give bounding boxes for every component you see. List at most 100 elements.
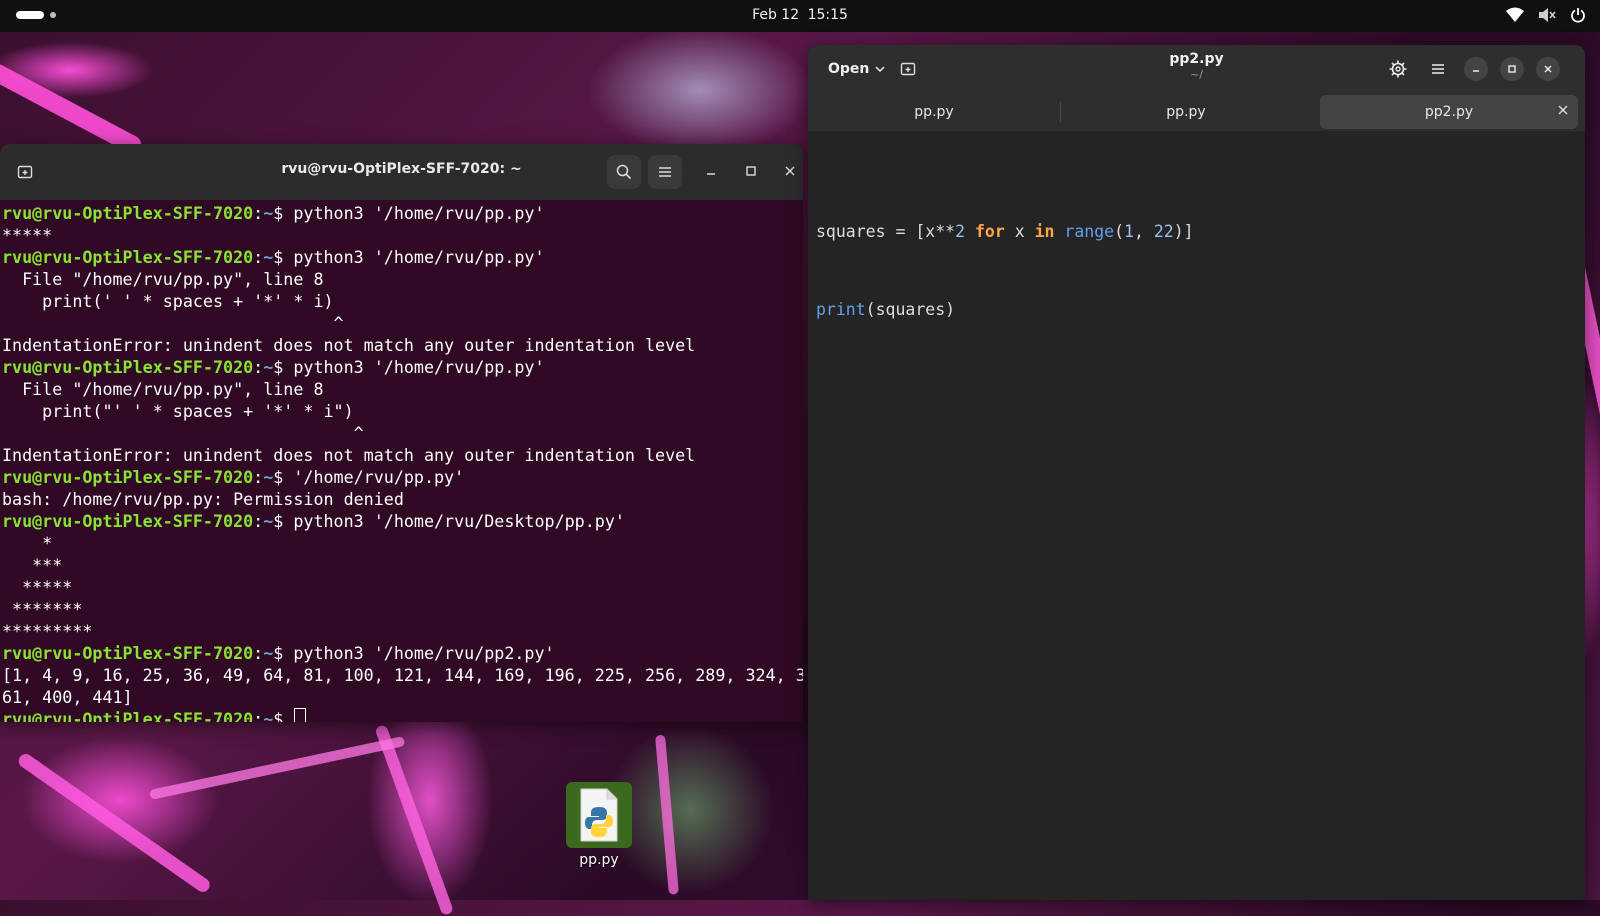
code-function: print bbox=[816, 300, 866, 319]
tab-label: pp2.py bbox=[1424, 104, 1474, 120]
editor-tab-bar: pp.py pp.py pp2.py bbox=[808, 93, 1585, 131]
wallpaper-streak bbox=[15, 751, 213, 895]
prompt-separator: : bbox=[253, 709, 264, 722]
terminal-output-line: *** bbox=[2, 555, 63, 575]
prompt-symbol: $ bbox=[273, 511, 294, 531]
prompt-separator: : bbox=[253, 357, 264, 377]
code-editor-area[interactable]: squares = [x**2 for x in range(1, 22)] p… bbox=[816, 167, 1585, 375]
terminal-minimize-button[interactable] bbox=[698, 158, 724, 184]
close-icon bbox=[1558, 105, 1568, 115]
editor-menu-button[interactable] bbox=[1424, 55, 1452, 83]
text-editor-window[interactable]: Open pp2.py ~/ pp.py pp.py pp2.py square… bbox=[808, 45, 1585, 900]
search-icon bbox=[616, 164, 632, 180]
prompt-path: ~ bbox=[263, 467, 274, 487]
close-icon bbox=[785, 166, 795, 176]
tab-divider bbox=[1060, 101, 1061, 123]
terminal-output-line: print(' ' * spaces + '*' * i) bbox=[2, 291, 334, 311]
prompt-symbol: $ bbox=[273, 643, 294, 663]
prompt-separator: : bbox=[253, 643, 264, 663]
editor-maximize-button[interactable] bbox=[1500, 57, 1524, 81]
system-tray[interactable] bbox=[1506, 7, 1586, 23]
terminal-maximize-button[interactable] bbox=[738, 158, 764, 184]
terminal-output-line: ********* bbox=[2, 621, 93, 641]
code-line-2: print(squares) bbox=[816, 297, 1585, 323]
terminal-header-bar[interactable]: rvu@rvu-OptiPlex-SFF-7020: ~ bbox=[0, 144, 803, 200]
desktop-file-pp-py[interactable]: pp.py bbox=[566, 782, 632, 868]
minimize-icon bbox=[707, 173, 715, 175]
prompt-command: python3 '/home/rvu/pp.py' bbox=[293, 357, 545, 377]
terminal-prompt-line: rvu@rvu-OptiPlex-SFF-7020:~$ python3 '/h… bbox=[2, 510, 803, 532]
prompt-path: ~ bbox=[263, 643, 274, 663]
prompt-symbol: $ bbox=[273, 357, 294, 377]
terminal-prompt-line: rvu@rvu-OptiPlex-SFF-7020:~$ python3 '/h… bbox=[2, 642, 803, 664]
terminal-output-line: File "/home/rvu/pp.py", line 8 bbox=[2, 269, 324, 289]
terminal-title: rvu@rvu-OptiPlex-SFF-7020: ~ bbox=[281, 161, 522, 177]
prompt-user: rvu@rvu-OptiPlex-SFF-7020 bbox=[2, 203, 254, 223]
clock-time: 15:15 bbox=[807, 7, 848, 23]
wallpaper-streak bbox=[0, 61, 145, 157]
code-number: 1 bbox=[1124, 222, 1134, 241]
terminal-close-button[interactable] bbox=[777, 158, 803, 184]
desktop-file-label: pp.py bbox=[579, 852, 619, 868]
terminal-window[interactable]: rvu@rvu-OptiPlex-SFF-7020: ~ rvu@rvu-Opt… bbox=[0, 144, 803, 722]
tab-close-button[interactable] bbox=[1558, 103, 1568, 119]
prompt-separator: : bbox=[253, 203, 264, 223]
code-line-1: squares = [x**2 for x in range(1, 22)] bbox=[816, 219, 1585, 245]
terminal-prompt-line: rvu@rvu-OptiPlex-SFF-7020:~$ bbox=[2, 708, 803, 722]
prompt-command: python3 '/home/rvu/Desktop/pp.py' bbox=[293, 511, 625, 531]
terminal-output-line: print("' ' * spaces + '*' * i") bbox=[2, 401, 354, 421]
prompt-path: ~ bbox=[263, 247, 274, 267]
code-number: 2 bbox=[955, 222, 966, 241]
editor-minimize-button[interactable] bbox=[1464, 57, 1488, 81]
terminal-output-line: ***** bbox=[2, 577, 73, 597]
prompt-symbol: $ bbox=[273, 709, 294, 722]
prompt-command: '/home/rvu/pp.py' bbox=[293, 467, 465, 487]
tab-label: pp.py bbox=[1166, 104, 1206, 120]
terminal-output-line: ^ bbox=[2, 423, 364, 443]
code-number: 22 bbox=[1153, 222, 1174, 241]
code-text: ( bbox=[1114, 222, 1124, 241]
terminal-cursor bbox=[294, 708, 307, 722]
prompt-user: rvu@rvu-OptiPlex-SFF-7020 bbox=[2, 643, 254, 663]
prompt-path: ~ bbox=[263, 357, 274, 377]
tab-pp-py-1[interactable]: pp.py bbox=[814, 95, 1054, 129]
terminal-prompt-line: rvu@rvu-OptiPlex-SFF-7020:~$ python3 '/h… bbox=[2, 246, 803, 268]
terminal-output-line: 61, 400, 441] bbox=[2, 687, 133, 707]
terminal-prompt-line: rvu@rvu-OptiPlex-SFF-7020:~$ '/home/rvu/… bbox=[2, 466, 803, 488]
code-text: , bbox=[1133, 222, 1154, 241]
code-text: )] bbox=[1173, 222, 1194, 241]
prompt-separator: : bbox=[253, 247, 264, 267]
prompt-symbol: $ bbox=[273, 467, 294, 487]
prompt-user: rvu@rvu-OptiPlex-SFF-7020 bbox=[2, 709, 254, 722]
wallpaper-streak bbox=[148, 736, 406, 800]
tab-pp-py-2[interactable]: pp.py bbox=[1066, 95, 1306, 129]
prompt-symbol: $ bbox=[273, 203, 294, 223]
code-function: range bbox=[1064, 222, 1115, 241]
editor-close-button[interactable] bbox=[1536, 57, 1560, 81]
clock-date: Feb 12 bbox=[752, 7, 800, 23]
prompt-separator: : bbox=[253, 511, 264, 531]
terminal-output-line: * bbox=[2, 533, 53, 553]
minimize-icon bbox=[1473, 70, 1479, 72]
terminal-search-button[interactable] bbox=[607, 155, 641, 189]
top-bar: Feb 12 15:15 bbox=[0, 0, 1600, 32]
code-keyword: in bbox=[1034, 222, 1055, 241]
clock[interactable]: Feb 12 15:15 bbox=[0, 7, 1600, 23]
wallpaper-streak bbox=[655, 734, 679, 895]
editor-settings-button[interactable] bbox=[1384, 55, 1412, 83]
terminal-prompt-line: rvu@rvu-OptiPlex-SFF-7020:~$ python3 '/h… bbox=[2, 202, 803, 224]
wifi-icon bbox=[1506, 7, 1524, 22]
hamburger-menu-icon bbox=[659, 167, 671, 177]
tab-pp2-py[interactable]: pp2.py bbox=[1320, 95, 1578, 129]
prompt-path: ~ bbox=[263, 203, 274, 223]
prompt-symbol: $ bbox=[273, 247, 294, 267]
terminal-menu-button[interactable] bbox=[648, 155, 682, 189]
prompt-separator: : bbox=[253, 467, 264, 487]
terminal-output-line: [1, 4, 9, 16, 25, 36, 49, 64, 81, 100, 1… bbox=[2, 665, 803, 685]
terminal-output-line: ***** bbox=[2, 225, 53, 245]
editor-header-bar[interactable]: Open pp2.py ~/ bbox=[808, 45, 1585, 93]
code-text: x bbox=[1004, 222, 1035, 241]
terminal-output[interactable]: rvu@rvu-OptiPlex-SFF-7020:~$ python3 '/h… bbox=[0, 200, 803, 722]
